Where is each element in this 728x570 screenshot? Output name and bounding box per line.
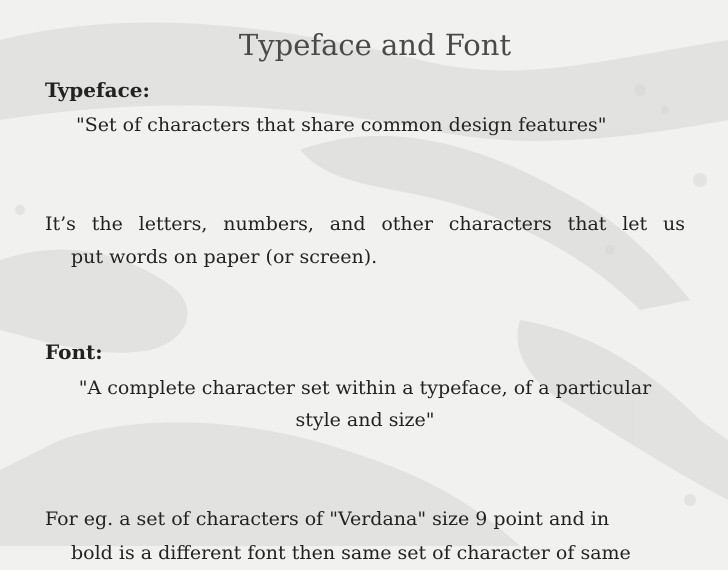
typeface-explanation-line-2-text: put words on paper (or screen). xyxy=(71,246,378,268)
font-example-line-1: For eg. a set of characters of "Verdana"… xyxy=(45,508,610,530)
slide: Typeface and Font Typeface: "Set of char… xyxy=(0,0,728,564)
font-definition: "A complete character set within a typef… xyxy=(45,372,685,436)
font-definition-line-2: style and size" xyxy=(295,409,435,431)
font-definition-line-1: "A complete character set within a typef… xyxy=(78,377,652,399)
font-example: For eg. a set of characters of "Verdana"… xyxy=(45,502,685,570)
typeface-label: Typeface: xyxy=(45,78,150,102)
typeface-definition: "Set of characters that share common des… xyxy=(76,114,607,136)
font-example-line-2: bold is a different font then same set o… xyxy=(71,542,631,564)
slide-title: Typeface and Font xyxy=(238,28,512,62)
typeface-explanation: It’s the letters, numbers, and other cha… xyxy=(45,208,685,274)
font-label: Font: xyxy=(45,340,103,364)
typeface-explanation-line-2: put words on paper (or screen). xyxy=(45,241,685,274)
typeface-explanation-line-1: It’s the letters, numbers, and other cha… xyxy=(45,213,685,235)
